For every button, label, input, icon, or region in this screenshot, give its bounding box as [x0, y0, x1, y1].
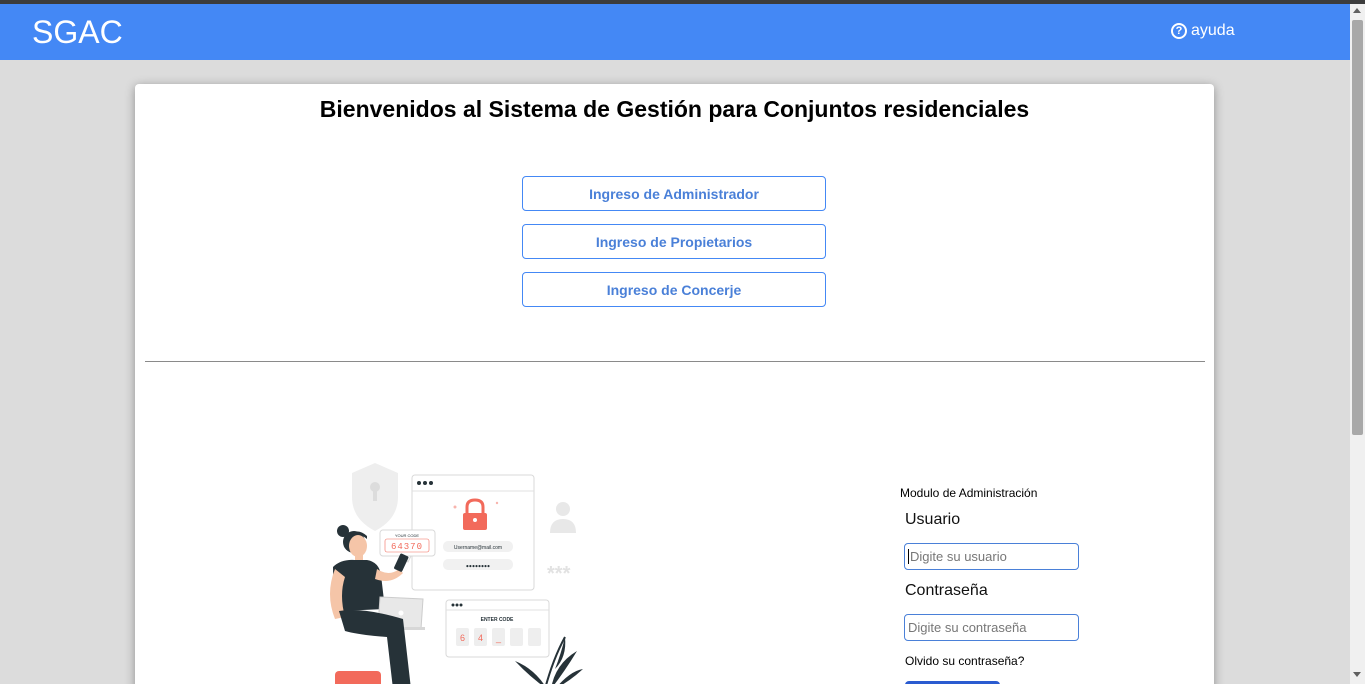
text-cursor [908, 549, 909, 564]
svg-text:6: 6 [460, 633, 465, 643]
navbar: SGAC ? ayuda [0, 4, 1350, 60]
help-link[interactable]: ? ayuda [1171, 22, 1235, 40]
username-label: Usuario [905, 511, 961, 528]
scrollbar-thumb[interactable] [1352, 20, 1363, 435]
help-label: ayuda [1191, 22, 1235, 39]
admin-login-button[interactable]: Ingreso de Administrador [522, 176, 826, 211]
svg-text:YOUR CODE: YOUR CODE [395, 533, 420, 538]
brand-logo[interactable]: SGAC [32, 14, 123, 51]
password-input[interactable]: Digite su contraseña [904, 614, 1079, 641]
scroll-down-arrow-icon[interactable] [1353, 672, 1361, 677]
page-title: Bienvenidos al Sistema de Gestión para C… [319, 96, 1030, 122]
scroll-up-arrow-icon[interactable] [1353, 8, 1361, 13]
svg-text:●●●●●●●●: ●●●●●●●● [466, 564, 490, 570]
username-placeholder: Digite su usuario [910, 549, 1007, 564]
svg-text:Username@mail.com: Username@mail.com [454, 545, 502, 551]
question-circle-icon: ? [1171, 23, 1187, 39]
svg-text:_: _ [495, 633, 502, 643]
svg-text:***: *** [547, 563, 571, 585]
svg-text:ENTER CODE: ENTER CODE [481, 617, 514, 623]
concierge-login-button[interactable]: Ingreso de Concerje [522, 272, 826, 307]
user-icon [556, 502, 570, 516]
main-card: Bienvenidos al Sistema de Gestión para C… [135, 84, 1214, 684]
svg-text:4: 4 [478, 633, 483, 643]
owners-login-button[interactable]: Ingreso de Propietarios [522, 224, 826, 259]
svg-text:64370: 64370 [391, 542, 423, 552]
password-label: Contraseña [905, 582, 988, 599]
forgot-password-link[interactable]: Olvido su contraseña? [905, 654, 1024, 668]
module-title: Modulo de Administración [900, 486, 1038, 500]
username-input[interactable]: Digite su usuario [904, 543, 1079, 570]
section-divider [145, 361, 1205, 362]
login-illustration: Username@mail.com ●●●●●●●● YOUR CODE 643… [330, 463, 583, 684]
password-placeholder: Digite su contraseña [908, 620, 1027, 635]
